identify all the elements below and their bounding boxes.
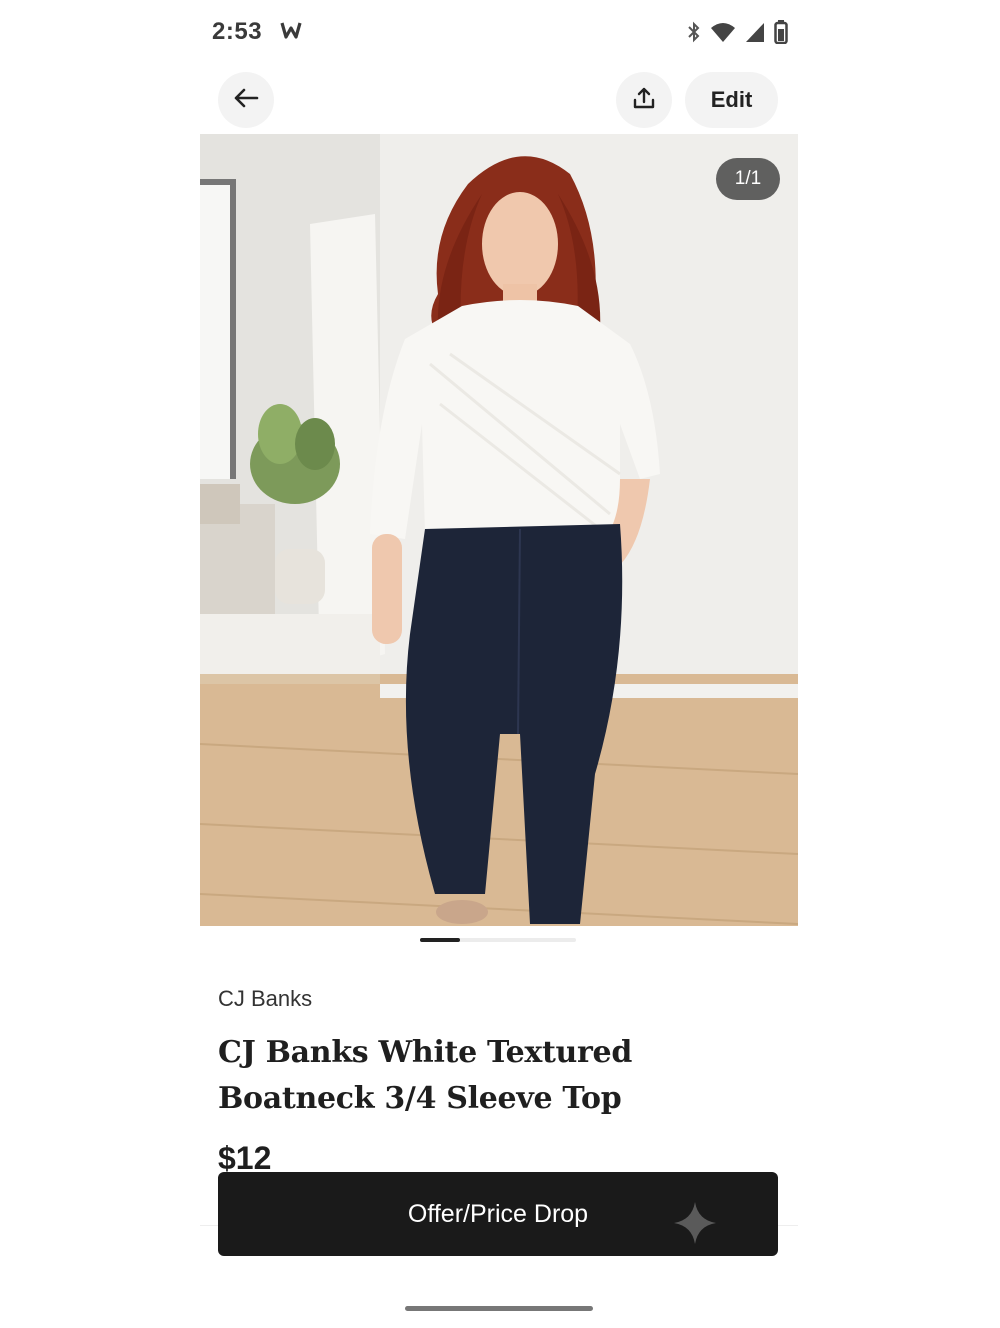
brand-label[interactable]: CJ Banks — [218, 986, 312, 1012]
status-time: 2:53 — [212, 18, 263, 45]
bluetooth-icon — [686, 21, 702, 48]
home-indicator[interactable] — [405, 1306, 593, 1311]
product-photo-image — [200, 134, 798, 926]
heart-notification-icon — [279, 20, 303, 45]
listing-title: CJ Banks White Textured Boatneck 3/4 Sle… — [218, 1035, 633, 1116]
battery-icon — [774, 20, 788, 49]
wifi-icon — [710, 21, 736, 48]
offer-button-label: Offer/Price Drop — [407, 1199, 589, 1228]
carousel-indicator — [420, 938, 576, 942]
signal-icon — [744, 21, 766, 48]
arrow-left-icon — [233, 87, 259, 114]
edit-button[interactable]: Edit — [685, 72, 778, 128]
status-icons — [686, 20, 788, 49]
listing-screen: 2:53 Edit 1/1 CJ Banks CJ Banks White Te… — [200, 0, 798, 1328]
product-photo[interactable]: 1/1 — [200, 134, 798, 926]
carousel-indicator-active — [420, 938, 460, 942]
back-button[interactable] — [218, 72, 274, 128]
offer-price-drop-button[interactable]: Offer/Price Drop — [218, 1172, 778, 1256]
sparkle-icon — [674, 1202, 716, 1251]
photo-counter: 1/1 — [716, 158, 780, 200]
status-bar: 2:53 — [200, 14, 798, 50]
share-upload-icon — [632, 86, 656, 115]
share-button[interactable] — [616, 72, 672, 128]
top-bar: Edit — [200, 70, 798, 128]
